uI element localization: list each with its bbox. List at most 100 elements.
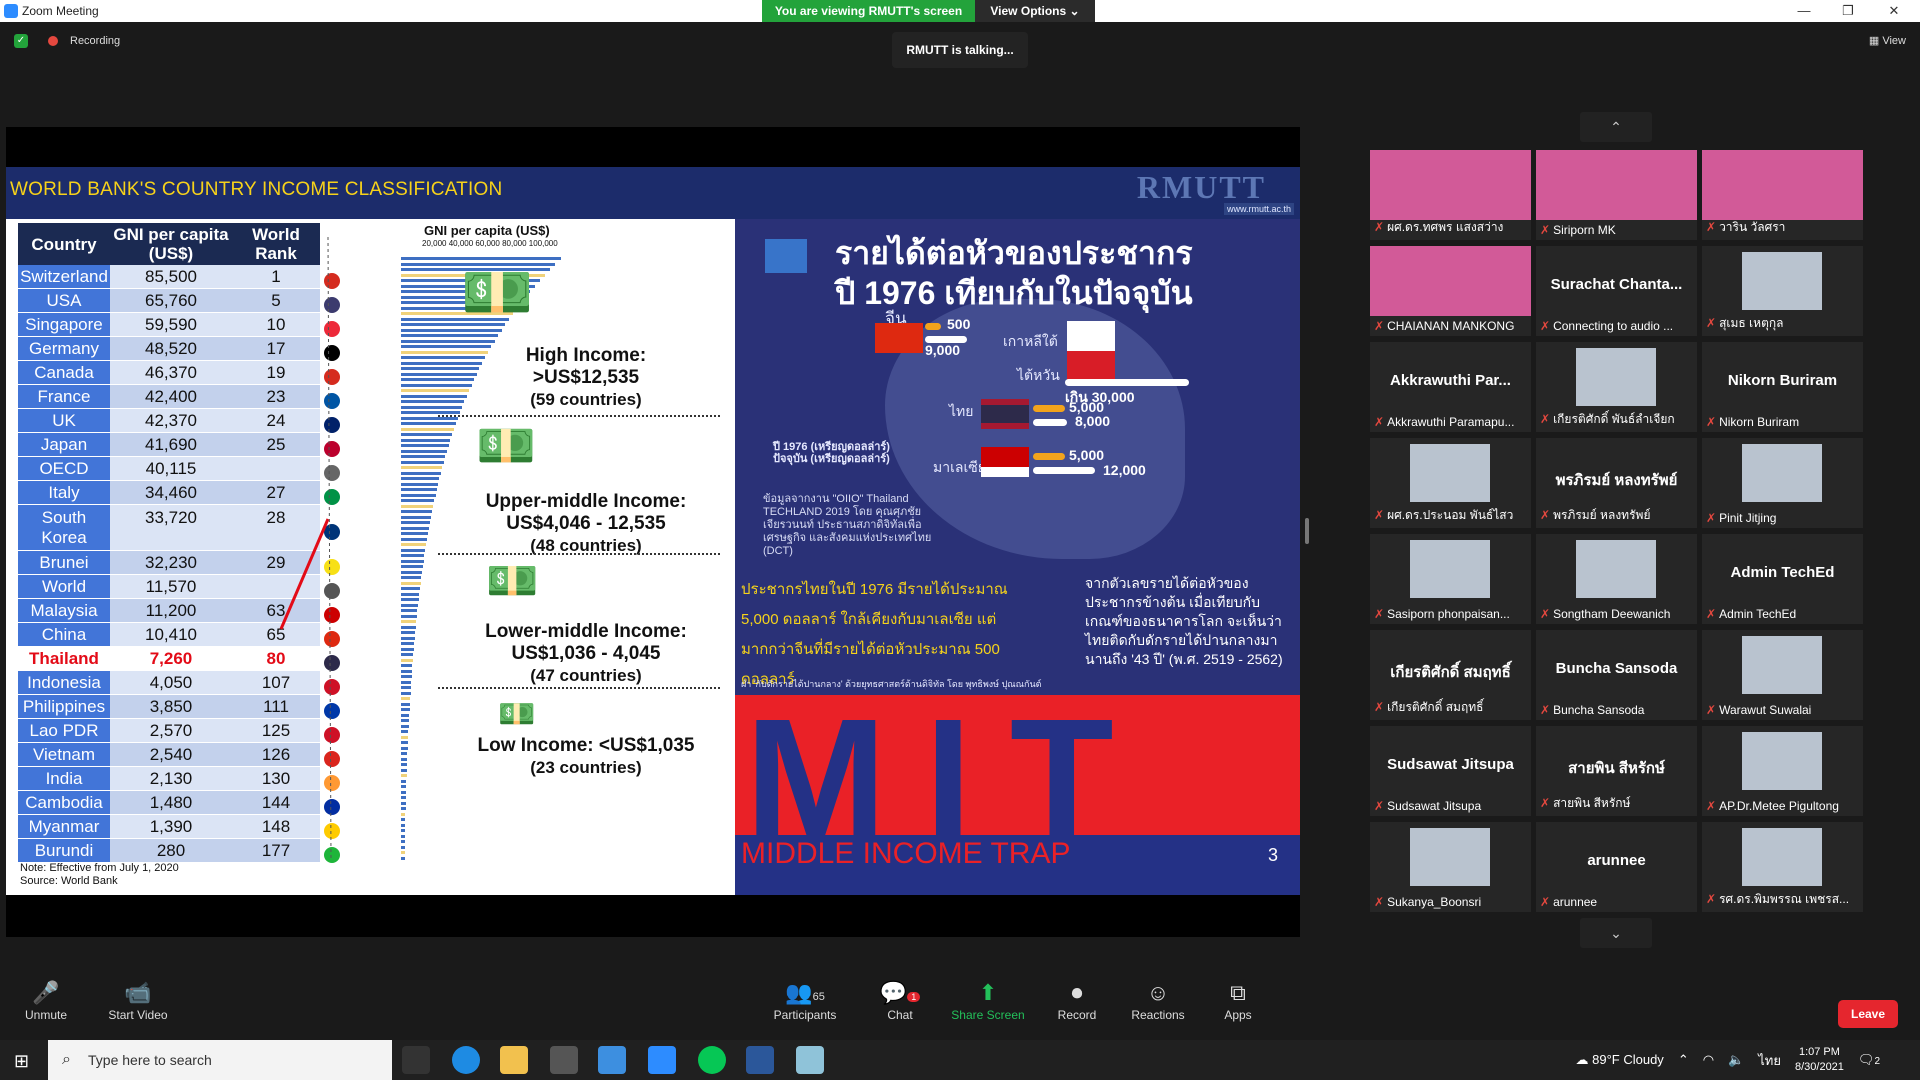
viewing-banner: You are viewing RMUTT's screen: [762, 0, 975, 22]
zoom-taskbar-icon[interactable]: [648, 1046, 676, 1074]
participants-count: 65: [812, 991, 825, 1003]
participant-tile[interactable]: พรภิรมย์ หลงทรัพย์ ✗ พรภิรมย์ หลงทรัพย์: [1536, 438, 1697, 528]
close-button[interactable]: ✕: [1874, 0, 1914, 22]
participant-tile[interactable]: ✗ เกียรติศักดิ์ พันธ์ลำเจียก: [1536, 342, 1697, 432]
taskbar-search-box[interactable]: ⌕ Type here to search: [48, 1040, 392, 1080]
china-1976-bar: [925, 323, 941, 330]
participant-name: Sudsawat Jitsupa: [1387, 799, 1482, 813]
table-source: Source: World Bank: [20, 875, 118, 887]
low-income-count: (23 countries): [530, 758, 642, 777]
participant-tile[interactable]: ✗ Sasiporn phonpaisan...: [1370, 534, 1531, 624]
participant-tile[interactable]: Surachat Chanta... ✗ Connecting to audio .…: [1536, 246, 1697, 336]
muted-mic-icon: ✗: [1706, 415, 1717, 429]
input-language[interactable]: ไทย: [1758, 1050, 1781, 1071]
muted-mic-icon: ✗: [1706, 703, 1717, 717]
chat-button[interactable]: 💬 1 Chat: [860, 976, 940, 1040]
participant-name: Sukanya_Boonsri: [1387, 895, 1482, 909]
gallery-next-page-button[interactable]: ⌄: [1580, 918, 1652, 948]
participant-tile[interactable]: Nikorn Buriram ✗ Nikorn Buriram: [1702, 342, 1863, 432]
participant-tile[interactable]: ✗ Sukanya_Boonsri: [1370, 822, 1531, 912]
participant-name-label: ✗ พรภิรมย์ หลงทรัพย์: [1540, 506, 1693, 525]
notification-count: 2: [1874, 1056, 1880, 1067]
participant-tile[interactable]: ✗ Warawut Suwalai: [1702, 630, 1863, 720]
income-classification-panel: Country GNI per capita (US$) World Rank …: [6, 219, 735, 895]
participant-name-label: ✗ Pinit Jitjing: [1706, 511, 1859, 525]
participant-name-label: ✗ arunnee: [1540, 895, 1693, 909]
active-speaker-indicator: RMUTT is talking...: [892, 32, 1028, 68]
slide-title: WORLD BANK'S COUNTRY INCOME CLASSIFICATI…: [10, 179, 503, 200]
gallery-view-button[interactable]: ▦ View: [1869, 34, 1906, 47]
rmutt-logo: RMUTT: [1136, 169, 1266, 205]
participant-tile[interactable]: ✗ วาริน วัลศรา: [1702, 150, 1863, 240]
gallery-prev-page-button[interactable]: ⌃: [1580, 112, 1652, 142]
record-dot-icon: [48, 36, 58, 46]
china-1976-value: 500: [947, 316, 971, 332]
chevron-down-icon: ⌄: [1069, 4, 1080, 18]
participant-tile[interactable]: ✗ รศ.ดร.พิมพรรณ เพชรส...: [1702, 822, 1863, 912]
thailand-label: ไทย: [949, 403, 974, 419]
file-explorer-icon[interactable]: [500, 1046, 528, 1074]
wifi-icon[interactable]: ◠: [1703, 1052, 1714, 1068]
system-tray: ☁ 89°F Cloudy ⌃ ◠ 🔈 ไทย 1:07 PM 8/30/202…: [1576, 1040, 1881, 1080]
participant-tile[interactable]: Buncha Sansoda ✗ Buncha Sansoda: [1536, 630, 1697, 720]
edge-icon[interactable]: [452, 1046, 480, 1074]
participant-tile[interactable]: Sudsawat Jitsupa ✗ Sudsawat Jitsupa: [1370, 726, 1531, 816]
task-view-icon[interactable]: [402, 1046, 430, 1074]
participant-tile[interactable]: arunnee ✗ arunnee: [1536, 822, 1697, 912]
clock[interactable]: 1:07 PM 8/30/2021: [1795, 1045, 1844, 1075]
view-options-button[interactable]: View Options ⌄: [975, 0, 1095, 22]
windows-start-icon[interactable]: ⊞: [14, 1051, 29, 1072]
participant-name-label: ✗ Buncha Sansoda: [1540, 703, 1693, 717]
tray-chevron-icon[interactable]: ⌃: [1678, 1052, 1689, 1068]
participant-tile[interactable]: ✗ AP.Dr.Metee Pigultong: [1702, 726, 1863, 816]
notepad-icon[interactable]: [796, 1046, 824, 1074]
participant-tile[interactable]: เกียรติศักดิ์ สมฤทธิ์ ✗ เกียรติศักดิ์ สมฤท…: [1370, 630, 1531, 720]
participants-button[interactable]: 👥65 Participants: [755, 976, 855, 1040]
participant-tile[interactable]: ✗ Songtham Deewanich: [1536, 534, 1697, 624]
volume-icon[interactable]: 🔈: [1728, 1052, 1744, 1068]
participant-tile[interactable]: ✗ Pinit Jitjing: [1702, 438, 1863, 528]
participant-video: [1370, 246, 1531, 316]
unmute-button[interactable]: 🎤 Unmute: [6, 976, 86, 1040]
leave-button[interactable]: Leave: [1838, 1000, 1898, 1028]
recording-label: Recording: [70, 35, 121, 47]
apps-button[interactable]: ⧉ Apps: [1198, 976, 1278, 1040]
start-video-button[interactable]: 📹 Start Video: [98, 976, 178, 1040]
weather-widget[interactable]: ☁ 89°F Cloudy: [1576, 1052, 1664, 1068]
participant-tile[interactable]: ✗ CHAIANAN MANKONG: [1370, 246, 1531, 336]
participant-tile[interactable]: Admin TechEd ✗ Admin TechEd: [1702, 534, 1863, 624]
word-icon[interactable]: [746, 1046, 774, 1074]
lower-income-title: Lower-middle Income:: [485, 621, 687, 642]
view-label: View: [1882, 35, 1906, 47]
mail-icon[interactable]: [598, 1046, 626, 1074]
window-title: Zoom Meeting: [22, 4, 99, 18]
participant-video: [1410, 540, 1490, 598]
participant-name-label: ✗ รศ.ดร.พิมพรรณ เพชรส...: [1706, 890, 1859, 909]
reactions-button[interactable]: ☺ Reactions: [1118, 976, 1198, 1040]
participants-icon: 👥65: [785, 980, 825, 1005]
participant-tile[interactable]: สายพิน สีหรักษ์ ✗ สายพิน สีหรักษ์: [1536, 726, 1697, 816]
participant-tile[interactable]: ✗ ผศ.ดร.ทศพร แสงสว่าง: [1370, 150, 1531, 240]
muted-mic-icon: ✗: [1706, 607, 1717, 621]
minimize-button[interactable]: —: [1784, 0, 1824, 22]
rmutt-url: www.rmutt.ac.th: [1223, 203, 1294, 215]
share-screen-button[interactable]: ⬆ Share Screen: [948, 976, 1028, 1040]
start-video-label: Start Video: [108, 1008, 168, 1022]
participant-tile[interactable]: ✗ Siriporn MK: [1536, 150, 1697, 240]
participant-tile[interactable]: Akkrawuthi Par... ✗ Akkrawuthi Paramapu...: [1370, 342, 1531, 432]
store-icon[interactable]: [550, 1046, 578, 1074]
notification-icon[interactable]: 🗨2: [1858, 1052, 1880, 1068]
line-icon[interactable]: [698, 1046, 726, 1074]
record-icon: ⏺: [1071, 980, 1083, 1005]
participant-tile[interactable]: ✗ ผศ.ดร.ประนอม พันธ์ไสว: [1370, 438, 1531, 528]
divider: [438, 687, 720, 689]
high-income-title: High Income:: [525, 345, 647, 366]
participant-tile[interactable]: ✗ สุเมธ เหตุกุล: [1702, 246, 1863, 336]
participant-name: Songtham Deewanich: [1553, 607, 1671, 621]
share-screen-icon: ⬆: [978, 980, 998, 1005]
restore-button[interactable]: ❐: [1828, 0, 1868, 22]
panel-resize-handle[interactable]: [1305, 518, 1309, 544]
record-button[interactable]: ⏺ Record: [1037, 976, 1117, 1040]
participant-display-name: Surachat Chanta...: [1550, 276, 1683, 293]
muted-mic-icon: ✗: [1374, 319, 1385, 333]
